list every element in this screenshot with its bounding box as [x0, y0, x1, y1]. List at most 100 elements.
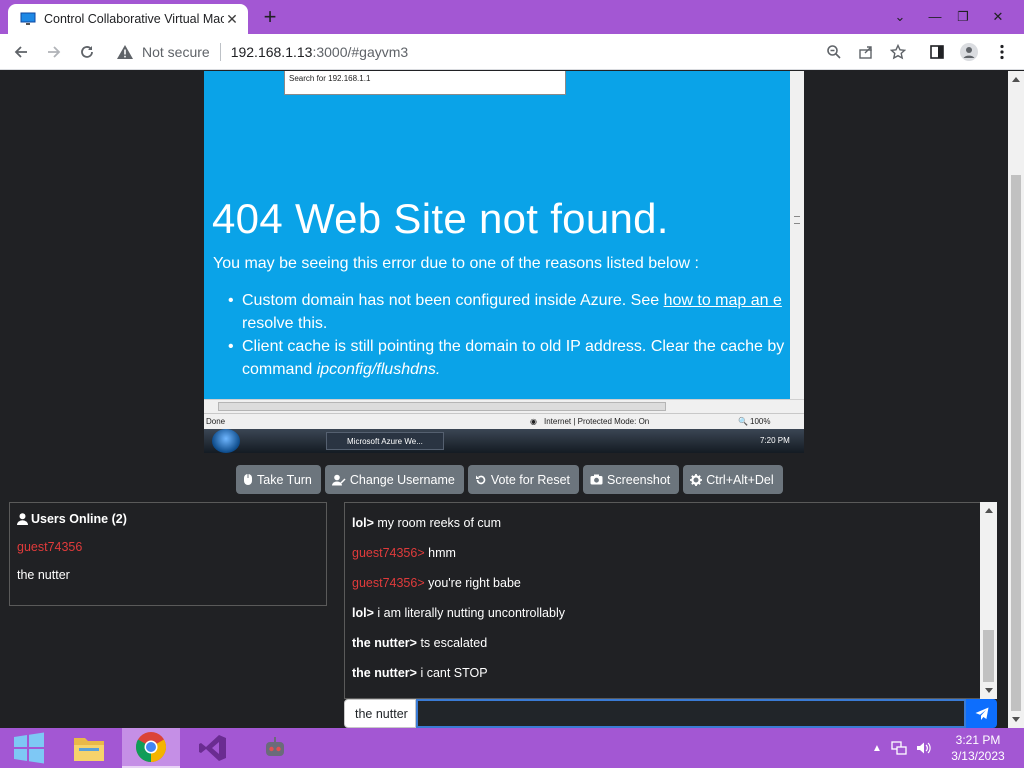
- screenshot-label: Screenshot: [607, 472, 671, 487]
- ctrl-alt-del-button[interactable]: Ctrl+Alt+Del: [683, 465, 783, 494]
- chat-input-row: the nutter: [344, 699, 997, 728]
- chrome-icon: [135, 732, 167, 762]
- vm-reason-item: Custom domain has not been configured in…: [228, 289, 804, 335]
- users-online-panel: Users Online (2) guest74356 the nutter: [9, 502, 327, 606]
- vm-reason-text-cont: resolve this.: [242, 315, 328, 332]
- address-bar[interactable]: Not secure 192.168.1.13:3000/#gayvm3: [110, 38, 920, 66]
- chat-scroll-thumb[interactable]: [983, 630, 994, 682]
- monitor-icon: [20, 12, 36, 25]
- change-username-label: Change Username: [349, 472, 455, 487]
- user-list-item[interactable]: the nutter: [17, 568, 319, 582]
- vm-screen[interactable]: Search for 192.168.1.1 404 Web Site not …: [204, 71, 804, 453]
- page-scroll-thumb[interactable]: [1011, 175, 1021, 711]
- vm-start-orb-icon: [212, 429, 240, 453]
- vm-reason-list: Custom domain has not been configured in…: [228, 289, 804, 381]
- url-text: 192.168.1.13:3000/#gayvm3: [231, 44, 408, 60]
- tab-search-chevron-icon[interactable]: ⌄: [883, 0, 917, 34]
- windows-logo-icon: [14, 732, 44, 764]
- scroll-down-icon[interactable]: [985, 688, 993, 693]
- bookmark-star-icon[interactable]: [888, 42, 908, 62]
- scroll-up-icon[interactable]: [985, 508, 993, 513]
- zoom-icon[interactable]: [824, 42, 844, 62]
- browser-tab[interactable]: Control Collaborative Virtual Mac ✕: [8, 4, 248, 34]
- robot-app-taskbar-item[interactable]: [246, 728, 304, 768]
- vm-map-link: how to map an e: [663, 292, 782, 309]
- chat-message-input[interactable]: [416, 699, 966, 728]
- vm-search-box: Search for 192.168.1.1: [284, 71, 566, 95]
- tab-close-icon[interactable]: ✕: [224, 11, 240, 27]
- vm-reason-text: Custom domain has not been configured in…: [242, 292, 664, 309]
- chat-message-user: guest74356: [352, 546, 418, 560]
- users-online-title-text: Users Online (2): [31, 512, 127, 526]
- vm-ie-status-done: Done: [206, 417, 226, 426]
- forward-button[interactable]: [42, 40, 66, 64]
- folder-icon: [74, 738, 104, 761]
- chat-message: the nutter> ts escalated: [352, 636, 488, 650]
- vm-ie-horizontal-scrollbar: [204, 399, 804, 413]
- vm-error-heading: 404 Web Site not found.: [212, 195, 669, 242]
- vm-zoom-icon: 🔍: [738, 417, 748, 426]
- reload-button[interactable]: [75, 40, 99, 64]
- chat-username-label: the nutter: [344, 699, 416, 728]
- visual-studio-taskbar-item[interactable]: [184, 728, 242, 768]
- reload-icon: [81, 46, 93, 58]
- back-button[interactable]: [9, 40, 33, 64]
- page-content: Search for 192.168.1.1 404 Web Site not …: [0, 71, 1008, 728]
- security-label: Not secure: [142, 44, 210, 60]
- rotate-left-icon: [475, 475, 486, 484]
- address-divider: [219, 43, 221, 61]
- side-panel-icon[interactable]: [927, 42, 947, 62]
- vote-reset-button[interactable]: Vote for Reset: [467, 465, 580, 494]
- camera-icon: [590, 474, 603, 485]
- chat-message: lol> my room reeks of cum: [352, 516, 502, 530]
- menu-kebab-icon[interactable]: [992, 42, 1012, 62]
- users-online-title: Users Online (2): [17, 512, 319, 526]
- file-explorer-taskbar-item[interactable]: [60, 728, 118, 768]
- taskbar-time: 3:21 PM: [955, 733, 1001, 747]
- page-scrollbar[interactable]: [1008, 71, 1024, 728]
- vm-reason-text-cont: command: [242, 361, 317, 378]
- user-list-item[interactable]: guest74356: [17, 540, 319, 554]
- restore-button[interactable]: ❐: [946, 0, 980, 34]
- change-username-button[interactable]: Change Username: [324, 465, 464, 494]
- chat-message-user: the nutter: [352, 666, 410, 680]
- chat-send-button[interactable]: [966, 699, 997, 728]
- start-button[interactable]: [0, 728, 58, 768]
- new-tab-button[interactable]: +: [258, 5, 282, 29]
- vm-reason-text: Client cache is still pointing the domai…: [242, 338, 785, 355]
- chat-message-user: lol: [352, 516, 367, 530]
- network-icon[interactable]: [891, 741, 907, 755]
- taskbar-date: 3/13/2023: [951, 749, 1005, 763]
- vm-ie-status-bar: Done ◉ Internet | Protected Mode: On 🔍 1…: [204, 413, 804, 429]
- vm-command-text: ipconfig/flushdns.: [316, 361, 441, 378]
- ctrl-alt-del-label: Ctrl+Alt+Del: [706, 472, 774, 487]
- vm-error-subtext: You may be seeing this error due to one …: [213, 255, 699, 272]
- take-turn-button[interactable]: Take Turn: [236, 465, 321, 494]
- close-window-button[interactable]: ✕: [981, 0, 1015, 34]
- vm-ie-vertical-scrollbar: [790, 71, 804, 399]
- profile-avatar-icon[interactable]: [959, 42, 979, 62]
- visual-studio-icon: [199, 735, 226, 761]
- chat-log: lol> my room reeks of cum guest74356> hm…: [344, 502, 997, 699]
- screenshot-button[interactable]: Screenshot: [583, 465, 680, 494]
- gear-icon: [690, 473, 703, 486]
- chat-scrollbar[interactable]: [980, 502, 997, 699]
- chat-message-user: the nutter: [352, 636, 410, 650]
- taskbar-clock[interactable]: 3:21 PM 3/13/2023: [946, 732, 1010, 764]
- chat-message-text: you're right babe: [428, 576, 521, 590]
- vote-reset-label: Vote for Reset: [490, 472, 571, 487]
- vm-clock: 7:20 PM: [760, 436, 790, 445]
- tab-title: Control Collaborative Virtual Mac: [44, 12, 224, 26]
- chrome-taskbar-item[interactable]: [122, 728, 180, 768]
- volume-icon[interactable]: [916, 741, 932, 755]
- scroll-down-icon[interactable]: [1012, 717, 1020, 722]
- share-icon[interactable]: [856, 42, 876, 62]
- show-hidden-icons-chevron-icon[interactable]: ▲: [872, 743, 882, 754]
- vm-taskbar: Microsoft Azure We... 7:20 PM: [204, 429, 804, 453]
- warning-icon: [117, 45, 133, 59]
- take-turn-label: Take Turn: [257, 472, 312, 487]
- paper-plane-icon: [975, 707, 988, 720]
- scroll-up-icon[interactable]: [1012, 77, 1020, 82]
- url-host: 192.168.1.13: [230, 44, 313, 60]
- chat-message-text: i cant STOP: [420, 666, 488, 680]
